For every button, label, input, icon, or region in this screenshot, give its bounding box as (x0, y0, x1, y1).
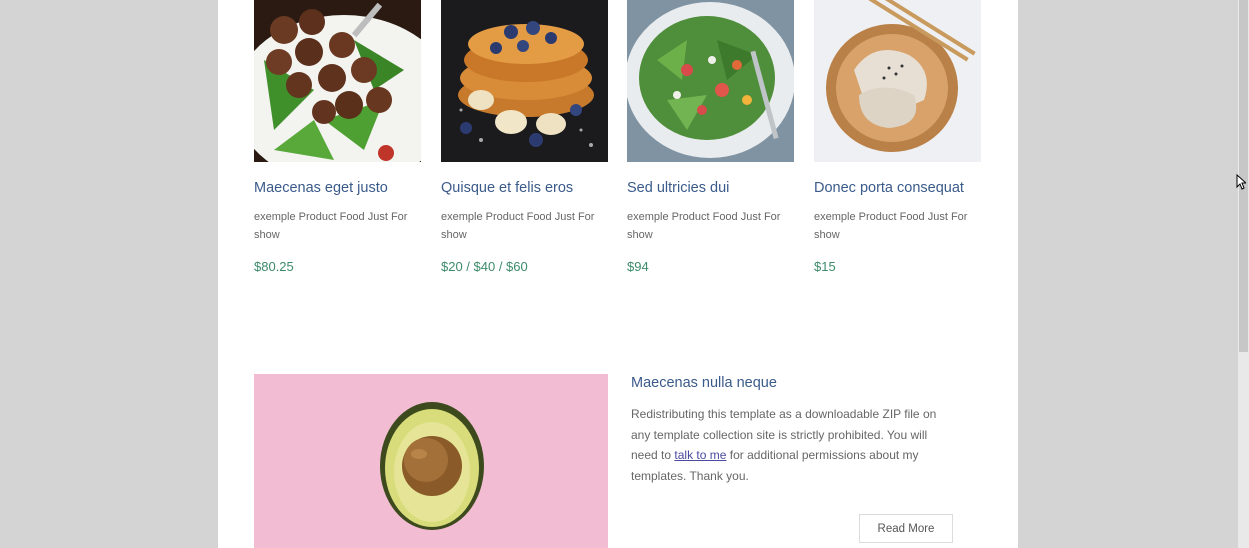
product-title[interactable]: Sed ultricies dui (627, 179, 794, 197)
product-image-dumplings[interactable] (814, 0, 981, 162)
product-image-french-toast[interactable] (441, 0, 608, 162)
feature-image-avocado (254, 374, 608, 548)
feature-text: Maecenas nulla neque Redistributing this… (631, 374, 951, 486)
read-more-button[interactable]: Read More (859, 514, 953, 543)
product-card[interactable]: Donec porta consequat exemple Product Fo… (814, 0, 981, 274)
feature-body: Redistributing this template as a downlo… (631, 404, 943, 486)
page-content: Maecenas eget justo exemple Product Food… (218, 0, 1018, 548)
product-price: $80.25 (254, 259, 294, 274)
product-card[interactable]: Quisque et felis eros exemple Product Fo… (441, 0, 608, 274)
product-image-meatballs[interactable] (254, 0, 421, 162)
product-card[interactable]: Maecenas eget justo exemple Product Food… (254, 0, 421, 274)
product-grid: Maecenas eget justo exemple Product Food… (254, 0, 982, 290)
product-price: $15 (814, 259, 836, 274)
product-description: exemple Product Food Just For show (627, 211, 781, 241)
talk-to-me-link[interactable]: talk to me (674, 448, 726, 462)
product-title[interactable]: Donec porta consequat (814, 179, 981, 197)
product-description: exemple Product Food Just For show (254, 211, 408, 241)
product-description: exemple Product Food Just For show (814, 211, 968, 241)
scrollbar-track[interactable] (1238, 0, 1249, 548)
product-card[interactable]: Sed ultricies dui exemple Product Food J… (627, 0, 794, 274)
product-price: $94 (627, 259, 649, 274)
product-price: $20 / $40 / $60 (441, 259, 528, 274)
product-description: exemple Product Food Just For show (441, 211, 595, 241)
feature-title: Maecenas nulla neque (631, 375, 777, 391)
product-title[interactable]: Maecenas eget justo (254, 179, 421, 197)
product-title[interactable]: Quisque et felis eros (441, 179, 608, 197)
product-image-salad[interactable] (627, 0, 794, 162)
mouse-cursor-icon (1236, 173, 1248, 195)
